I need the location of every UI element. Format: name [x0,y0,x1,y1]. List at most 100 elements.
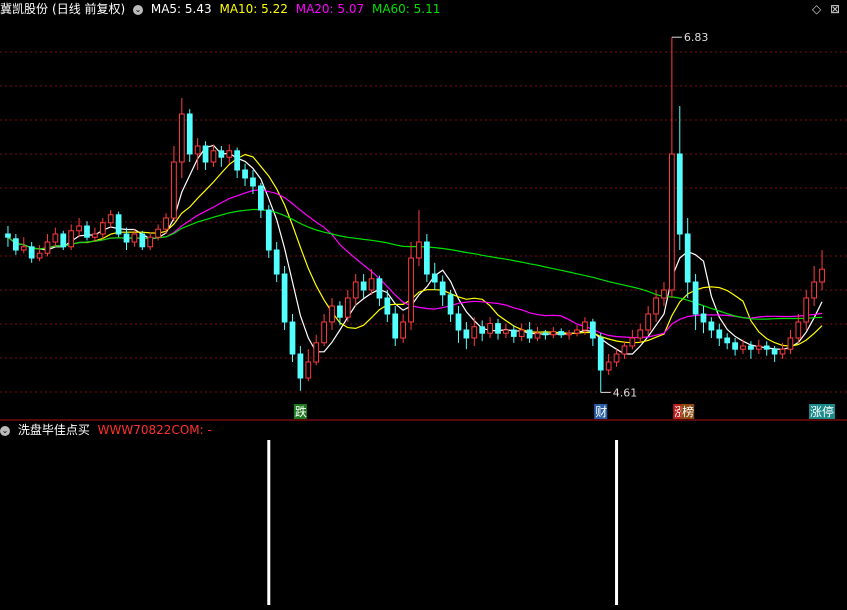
candle-body [645,313,652,331]
candle-body [12,238,19,251]
event-marker: 榜 [682,404,694,419]
candle-body [163,217,169,230]
candle-body [60,233,67,248]
candle-body [139,233,146,248]
candle-body [147,236,154,248]
candle-body [250,177,256,187]
max-label: 6.83 [684,31,709,44]
candle-body [352,281,359,299]
event-marker: 跌 [295,404,307,419]
candle-body [289,321,296,355]
candle-body [597,337,604,371]
candle-body [123,233,130,243]
event-marker: 涨停 [810,404,834,419]
candle-body [582,321,588,331]
candle-body [226,150,233,158]
annotations: 6.834.61跌财涨榜 涨停 [293,31,836,419]
candle-body [779,348,786,355]
candle-body [337,305,343,318]
candle-body [716,329,723,339]
candle-body [273,249,280,275]
candle-body [503,329,509,334]
candle-body [637,329,644,339]
candle-body [653,297,659,315]
candles [5,37,825,393]
candle-body [408,257,414,323]
candle-body [732,342,738,350]
candle-body [811,281,818,299]
candle-body [384,297,391,315]
ma-line [7,208,823,320]
candle-body [92,233,98,238]
candle-body [36,252,43,259]
candle-body [76,225,82,232]
candle-body [479,326,486,334]
candle-body [20,246,27,251]
candle-body [305,361,312,379]
candle-body [803,297,810,323]
candle-body [218,150,225,158]
ma-line [7,153,823,347]
min-label: 4.61 [613,386,638,399]
candle-body [669,153,675,291]
candle-body [574,329,580,334]
buy-signal-bar [267,440,271,605]
candle-body [676,153,683,235]
candle-body [740,345,746,350]
candle-body [242,169,248,179]
candle-body [131,233,138,243]
candle-body [107,214,114,224]
signal-bars [267,440,619,605]
candle-body [621,345,628,355]
moving-averages [7,144,823,355]
candle-body [368,278,375,291]
ma-line [7,144,823,355]
buy-signal-bar [615,440,619,605]
candle-body [68,230,75,248]
candle-body [439,281,446,296]
candle-body [202,145,209,163]
candle-body [329,305,335,323]
candle-body [518,329,525,337]
candle-body [542,332,549,336]
event-marker: 财 [595,405,607,419]
candle-body [52,233,59,243]
candle-body [510,329,517,337]
candle-body [344,297,351,318]
candlestick-chart[interactable]: 6.834.61跌财涨榜 涨停 [0,0,847,610]
candle-body [84,225,90,238]
candle-body [392,313,399,339]
candle-body [819,268,825,283]
candle-body [795,321,802,339]
candle-body [605,361,612,371]
candle-body [376,278,383,299]
candle-body [613,353,620,363]
candle-body [5,233,11,238]
candle-body [684,233,691,283]
candle-body [423,241,430,275]
candle-body [281,273,288,323]
candle-body [724,337,731,344]
candle-body [313,342,320,363]
candle-body [360,281,367,291]
candle-body [566,332,572,336]
candle-body [487,323,493,334]
candle-body [155,228,161,238]
candle-body [297,353,304,379]
candle-body [416,241,422,259]
candle-body [471,326,478,339]
candle-body [771,348,778,355]
candle-body [258,185,264,211]
candle-body [115,214,122,235]
candle-body [265,209,272,251]
candle-body [692,281,699,315]
candle-body [44,241,51,254]
candle-body [178,113,185,163]
candle-body [431,273,438,283]
candle-body [495,323,501,334]
candle-body [534,332,541,339]
candle-body [787,337,794,350]
candle-body [194,145,201,155]
candle-body [455,313,462,331]
candle-body [629,337,636,347]
